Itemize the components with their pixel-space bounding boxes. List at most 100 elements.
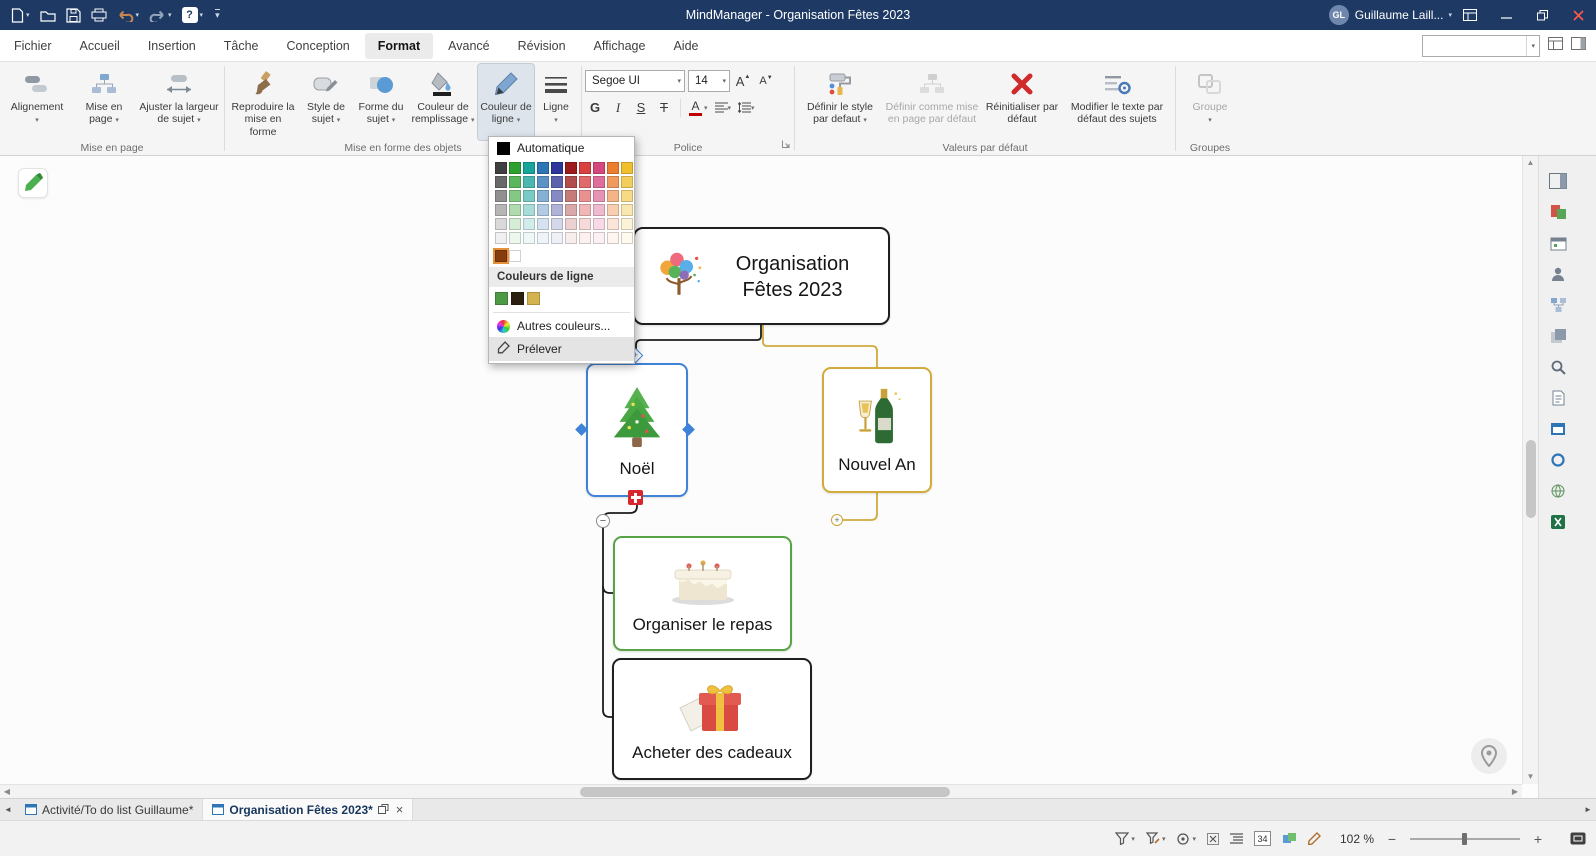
color-swatch[interactable]: [579, 176, 591, 188]
save-button[interactable]: [63, 3, 84, 27]
outline-view-button[interactable]: [1230, 833, 1243, 844]
line-color-swatch[interactable]: [511, 292, 524, 305]
color-swatch[interactable]: [593, 176, 605, 188]
reset-default-button[interactable]: Réinitialiser par défaut: [982, 64, 1062, 140]
tab-accueil[interactable]: Accueil: [67, 33, 133, 59]
color-swatch[interactable]: [523, 190, 535, 202]
color-swatch[interactable]: [537, 176, 549, 188]
map-parts-icon[interactable]: [1547, 294, 1569, 316]
chevron-down-icon[interactable]: ▾: [1526, 36, 1539, 56]
open-button[interactable]: [37, 3, 59, 27]
bold-button[interactable]: G: [585, 97, 605, 118]
task-panel-icon[interactable]: [1547, 418, 1569, 440]
color-swatch[interactable]: [565, 190, 577, 202]
color-swatch[interactable]: [509, 218, 521, 230]
color-swatch[interactable]: [593, 232, 605, 244]
tag-groups-button[interactable]: [1282, 832, 1297, 845]
color-swatch[interactable]: [523, 204, 535, 216]
color-swatch[interactable]: [579, 218, 591, 230]
zoom-slider[interactable]: [1410, 832, 1520, 846]
quick-edit-button[interactable]: [18, 168, 48, 198]
mise-en-page-button[interactable]: Mise en page ▾: [71, 64, 137, 140]
color-swatch[interactable]: [621, 162, 633, 174]
color-swatch[interactable]: [621, 204, 633, 216]
close-tab-icon[interactable]: ×: [396, 802, 404, 817]
resources-icon[interactable]: [1547, 263, 1569, 285]
color-swatch[interactable]: [565, 204, 577, 216]
color-swatch[interactable]: [523, 176, 535, 188]
topic-noel[interactable]: Noël: [586, 363, 688, 497]
color-swatch[interactable]: [565, 176, 577, 188]
color-swatch[interactable]: [579, 204, 591, 216]
collapse-button[interactable]: −: [596, 514, 610, 528]
notes-icon[interactable]: [1547, 387, 1569, 409]
color-swatch[interactable]: [593, 190, 605, 202]
line-color-swatch[interactable]: [495, 292, 508, 305]
color-swatch[interactable]: [509, 190, 521, 202]
new-document-button[interactable]: ▾: [8, 3, 33, 27]
excel-export-icon[interactable]: [1547, 511, 1569, 533]
map-index-icon[interactable]: [1548, 37, 1563, 55]
restore-button[interactable]: [1524, 0, 1560, 30]
ajuster-largeur-button[interactable]: Ajuster la largeur de sujet ▾: [137, 64, 221, 140]
color-swatch[interactable]: [579, 162, 591, 174]
tab-affichage[interactable]: Affichage: [581, 33, 659, 59]
alignement-button[interactable]: Alignement▾: [3, 64, 71, 140]
topic-cadeaux[interactable]: Acheter des cadeaux: [612, 658, 812, 780]
topic-shape-button[interactable]: Forme du sujet ▾: [354, 64, 408, 140]
color-swatch[interactable]: [593, 204, 605, 216]
map-markers-icon[interactable]: [1547, 201, 1569, 223]
tab-scroll-right[interactable]: ►: [1580, 799, 1596, 820]
color-swatch[interactable]: [579, 190, 591, 202]
topic-repas[interactable]: Organiser le repas: [613, 536, 792, 651]
color-swatch[interactable]: [537, 190, 549, 202]
color-swatch[interactable]: [551, 232, 563, 244]
text-align-button[interactable]: ▾: [713, 97, 734, 118]
customize-qat-button[interactable]: ▾: [210, 3, 223, 27]
user-name[interactable]: Guillaume Laill...: [1355, 8, 1444, 22]
tab-insertion[interactable]: Insertion: [135, 33, 209, 59]
color-swatch[interactable]: [621, 218, 633, 230]
snippets-icon[interactable]: [1547, 325, 1569, 347]
more-colors-item[interactable]: Autres couleurs...: [489, 315, 634, 337]
color-swatch[interactable]: [495, 218, 507, 230]
scroll-left-arrow[interactable]: ◀: [0, 785, 14, 798]
scroll-down-arrow[interactable]: ▼: [1523, 770, 1538, 784]
print-button[interactable]: [88, 3, 110, 27]
italic-button[interactable]: I: [608, 97, 628, 118]
float-tab-icon[interactable]: [378, 803, 389, 817]
topic-central[interactable]: Organisation Fêtes 2023: [633, 227, 890, 325]
line-style-button[interactable]: Ligne▾: [534, 64, 578, 140]
font-family-select[interactable]: Segoe UI ▾: [585, 70, 685, 92]
clear-filter-button[interactable]: [1207, 833, 1219, 845]
web-globe-icon[interactable]: [1547, 480, 1569, 502]
advanced-filter-button[interactable]: ▾: [1146, 832, 1166, 845]
color-swatch[interactable]: [551, 162, 563, 174]
color-swatch[interactable]: [495, 204, 507, 216]
close-button[interactable]: [1560, 0, 1596, 30]
flag-marker-icon[interactable]: [628, 490, 643, 505]
map-position-button[interactable]: [1471, 738, 1507, 774]
expand-button[interactable]: +: [831, 514, 843, 526]
custom-color-swatch[interactable]: [509, 250, 521, 262]
zoom-in-button[interactable]: +: [1531, 831, 1545, 847]
color-swatch[interactable]: [607, 190, 619, 202]
tab-aide[interactable]: Aide: [660, 33, 711, 59]
horizontal-scroll-thumb[interactable]: [580, 787, 950, 797]
font-color-button[interactable]: A ▾: [687, 97, 710, 118]
presentation-pen-button[interactable]: [1308, 832, 1321, 845]
tab-tache[interactable]: Tâche: [211, 33, 272, 59]
ribbon-search-input[interactable]: [1423, 36, 1526, 56]
color-swatch[interactable]: [551, 218, 563, 230]
scroll-up-arrow[interactable]: ▲: [1523, 156, 1538, 170]
zoom-slider-thumb[interactable]: [1462, 833, 1467, 845]
tab-revision[interactable]: Révision: [505, 33, 579, 59]
zoom-out-button[interactable]: −: [1385, 831, 1399, 847]
police-dialog-launcher[interactable]: [781, 136, 791, 154]
color-swatch[interactable]: [537, 162, 549, 174]
color-swatch[interactable]: [509, 232, 521, 244]
color-swatch[interactable]: [565, 232, 577, 244]
color-swatch[interactable]: [537, 218, 549, 230]
color-swatch[interactable]: [593, 162, 605, 174]
color-swatch[interactable]: [509, 162, 521, 174]
